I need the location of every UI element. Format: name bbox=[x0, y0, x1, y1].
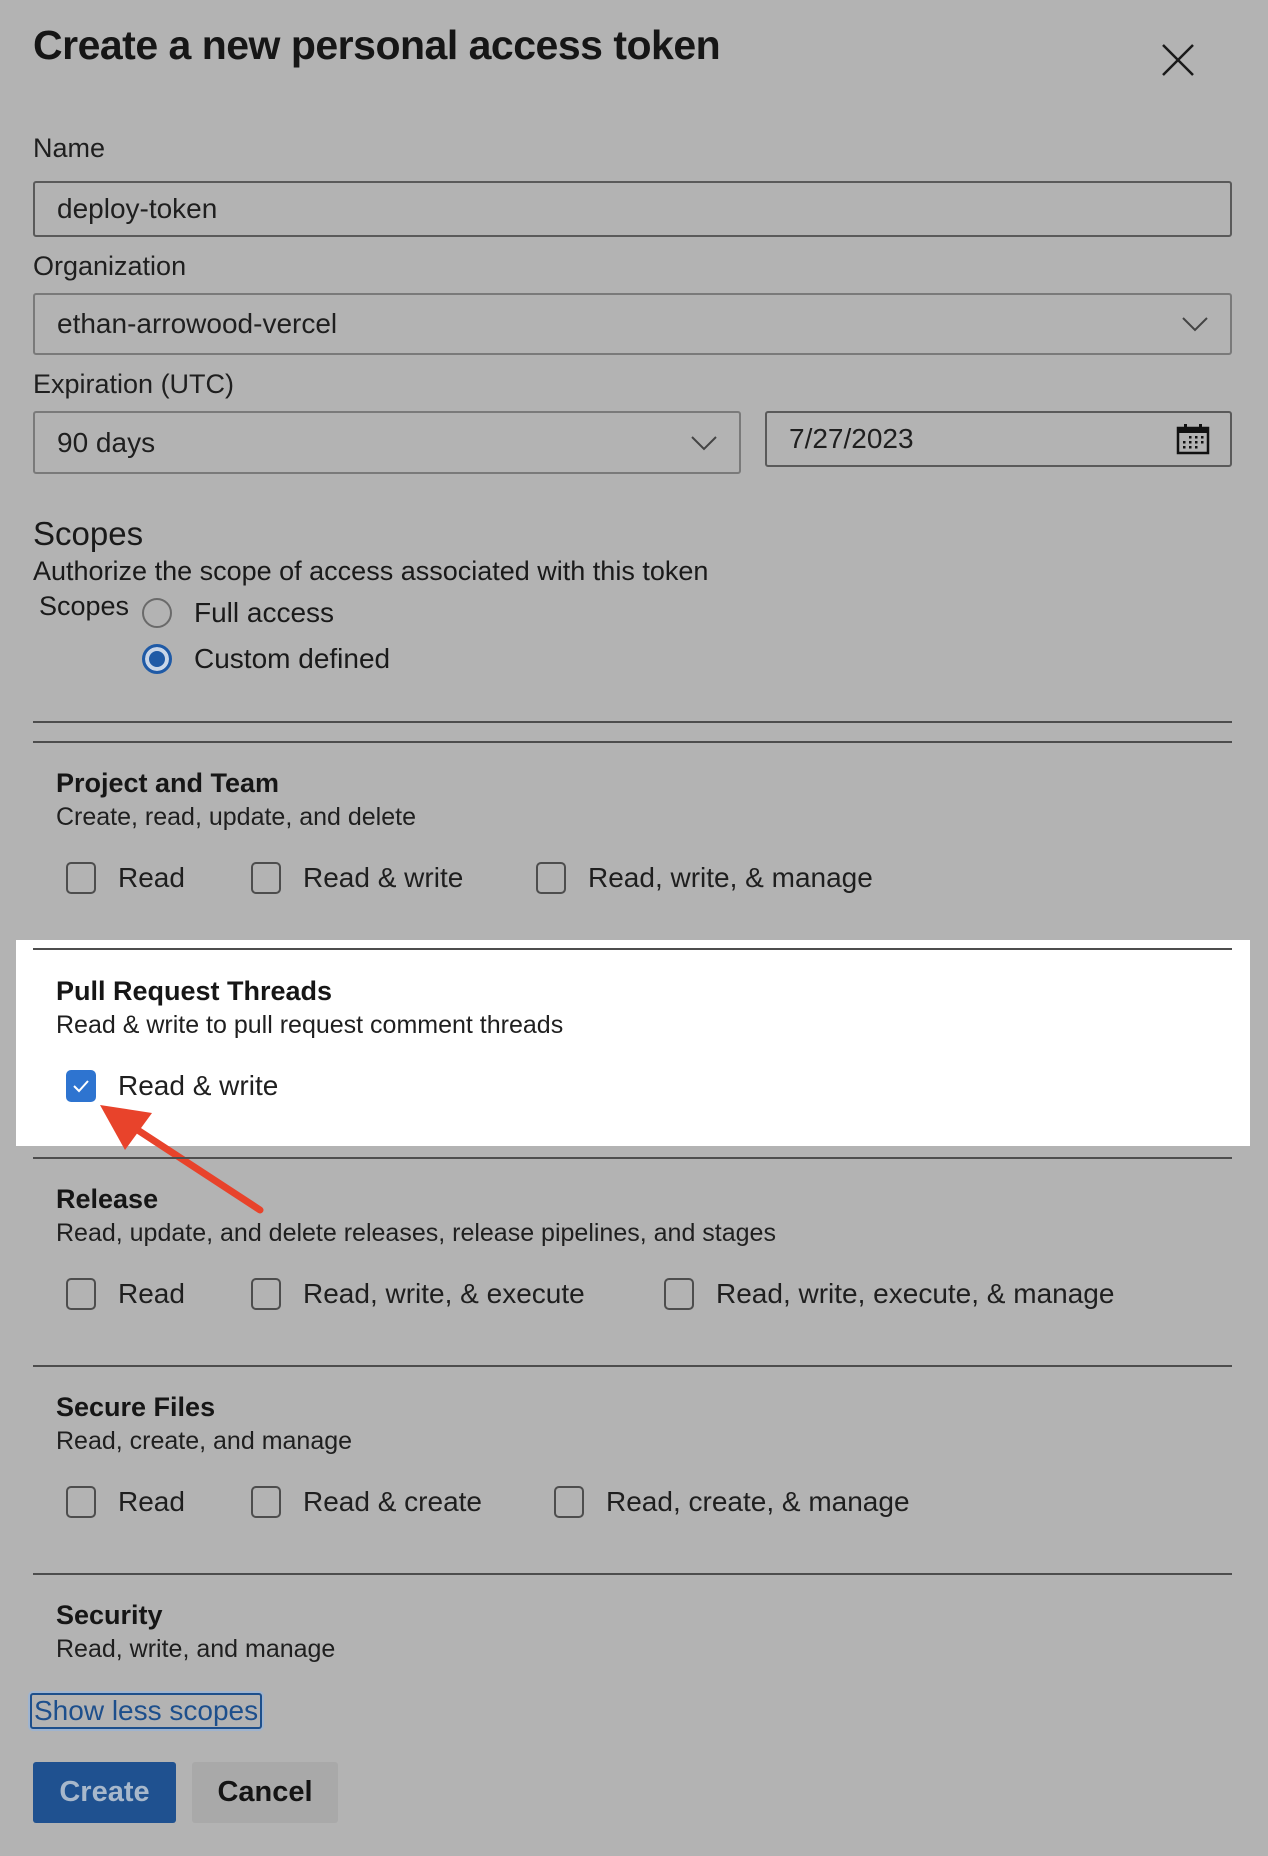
expiration-select[interactable]: 90 days bbox=[33, 411, 741, 474]
divider bbox=[33, 1573, 1232, 1575]
organization-label: Organization bbox=[33, 251, 187, 281]
create-button[interactable]: Create bbox=[33, 1762, 176, 1823]
close-icon bbox=[1162, 44, 1194, 76]
checkbox-label: Read & write bbox=[303, 862, 464, 893]
scopes-heading: Scopes bbox=[33, 515, 144, 552]
checkbox-row: Read Read, write, & execute Read, write,… bbox=[66, 1278, 1114, 1310]
radio-label: Full access bbox=[194, 597, 335, 628]
checkbox-securefiles-read-create[interactable]: Read & create bbox=[251, 1486, 554, 1518]
checkbox-label: Read, write, & manage bbox=[588, 862, 873, 893]
checkbox-label: Read bbox=[118, 1278, 185, 1309]
close-button[interactable] bbox=[1160, 42, 1196, 78]
show-less-scopes-link[interactable]: Show less scopes bbox=[30, 1693, 263, 1729]
divider bbox=[33, 948, 1232, 950]
checkbox-securefiles-read-create-manage[interactable]: Read, create, & manage bbox=[554, 1486, 910, 1518]
divider bbox=[33, 721, 1232, 723]
section-description: Read, write, and manage bbox=[56, 1635, 336, 1663]
checkbox-label: Read, create, & manage bbox=[606, 1486, 910, 1517]
divider bbox=[33, 1365, 1232, 1367]
cancel-button[interactable]: Cancel bbox=[192, 1762, 338, 1823]
section-title: Release bbox=[56, 1184, 159, 1214]
expiration-value: 90 days bbox=[57, 426, 156, 458]
checkbox-label: Read, write, & execute bbox=[303, 1278, 585, 1309]
checkbox[interactable] bbox=[66, 1278, 96, 1310]
checkbox-release-read[interactable]: Read bbox=[66, 1278, 251, 1310]
divider bbox=[33, 741, 1232, 743]
chevron-down-icon bbox=[1182, 317, 1208, 332]
name-value: deploy-token bbox=[57, 193, 218, 224]
radio-label: Custom defined bbox=[194, 643, 391, 674]
dialog-title: Create a new personal access token bbox=[33, 22, 721, 68]
organization-value: ethan-arrowood-vercel bbox=[57, 308, 338, 339]
checkbox[interactable] bbox=[536, 862, 566, 894]
checkbox-project-read[interactable]: Read bbox=[66, 862, 251, 894]
radio-button-selected[interactable] bbox=[142, 644, 172, 674]
scopes-radio-group-label: Scopes bbox=[39, 591, 130, 621]
expiration-date-value: 7/27/2023 bbox=[789, 423, 914, 454]
checkbox-release-read-write-execute[interactable]: Read, write, & execute bbox=[251, 1278, 664, 1310]
checkbox-row: Read Read & create Read, create, & manag… bbox=[66, 1486, 910, 1518]
checkbox[interactable] bbox=[251, 1486, 281, 1518]
expiration-label: Expiration (UTC) bbox=[33, 369, 235, 399]
chevron-down-icon bbox=[691, 435, 717, 450]
scopes-description: Authorize the scope of access associated… bbox=[33, 556, 709, 586]
checkbox-project-read-write-manage[interactable]: Read, write, & manage bbox=[536, 862, 873, 894]
section-description: Create, read, update, and delete bbox=[56, 803, 416, 831]
radio-custom-defined[interactable]: Custom defined bbox=[142, 643, 390, 675]
section-title: Secure Files bbox=[56, 1392, 216, 1422]
name-input[interactable]: deploy-token bbox=[33, 181, 1232, 237]
radio-button[interactable] bbox=[142, 598, 172, 628]
section-description: Read & write to pull request comment thr… bbox=[56, 1011, 564, 1039]
section-title: Security bbox=[56, 1600, 163, 1630]
checkbox[interactable] bbox=[554, 1486, 584, 1518]
checkbox[interactable] bbox=[251, 1278, 281, 1310]
section-description: Read, update, and delete releases, relea… bbox=[56, 1219, 776, 1247]
section-title: Project and Team bbox=[56, 768, 280, 798]
section-title: Pull Request Threads bbox=[56, 976, 333, 1006]
checkbox-release-read-write-execute-manage[interactable]: Read, write, execute, & manage bbox=[664, 1278, 1114, 1310]
checkbox-securefiles-read[interactable]: Read bbox=[66, 1486, 251, 1518]
checkbox[interactable] bbox=[251, 862, 281, 894]
section-description: Read, create, and manage bbox=[56, 1427, 353, 1455]
calendar-icon[interactable] bbox=[1176, 423, 1210, 455]
divider bbox=[33, 1157, 1232, 1159]
expiration-date-input[interactable]: 7/27/2023 bbox=[765, 411, 1232, 467]
checkbox[interactable] bbox=[664, 1278, 694, 1310]
checkbox[interactable] bbox=[66, 862, 96, 894]
name-label: Name bbox=[33, 133, 106, 163]
radio-full-access[interactable]: Full access bbox=[142, 597, 334, 629]
organization-select[interactable]: ethan-arrowood-vercel bbox=[33, 293, 1232, 355]
checkbox-label: Read, write, execute, & manage bbox=[716, 1278, 1115, 1309]
checkbox[interactable] bbox=[66, 1486, 96, 1518]
checkbox-row: Read Read & write Read, write, & manage bbox=[66, 862, 873, 894]
checkbox-label: Read & create bbox=[303, 1486, 482, 1517]
checkmark-icon bbox=[73, 1080, 89, 1093]
checkbox-label: Read bbox=[118, 862, 185, 893]
checkbox-project-read-write[interactable]: Read & write bbox=[251, 862, 536, 894]
checkbox-label: Read bbox=[118, 1486, 185, 1517]
